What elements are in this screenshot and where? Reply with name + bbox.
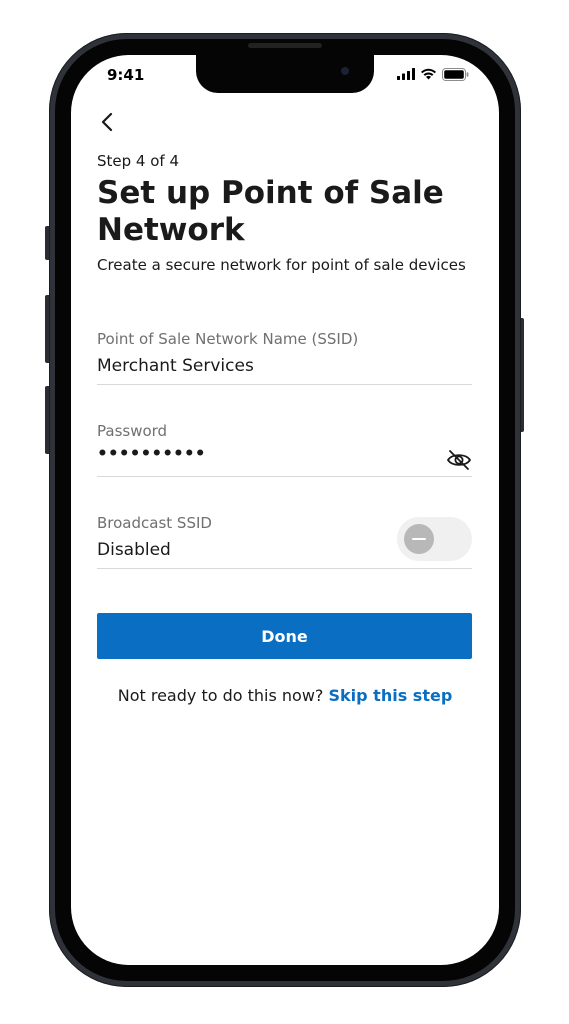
ssid-input[interactable]: Merchant Services <box>97 356 254 376</box>
password-label: Password <box>97 422 168 440</box>
device-mockup: 9:41 Step 4 of 4 Set up Point of Sale Ne… <box>0 0 569 1024</box>
skip-row: Not ready to do this now? Skip this step <box>71 686 499 705</box>
done-button[interactable]: Done <box>97 613 472 659</box>
signal-icon <box>397 68 415 80</box>
back-button[interactable] <box>97 111 119 133</box>
toggle-password-visibility-button[interactable] <box>446 448 472 472</box>
battery-icon <box>442 68 469 81</box>
toggle-knob <box>404 524 434 554</box>
password-field[interactable]: Password •••••••••• <box>97 420 472 477</box>
broadcast-ssid-toggle[interactable] <box>397 517 472 561</box>
phone-screen: 9:41 Step 4 of 4 Set up Point of Sale Ne… <box>71 55 499 965</box>
page-title: Set up Point of Sale Network <box>97 175 444 248</box>
chevron-left-icon <box>101 112 113 132</box>
step-indicator: Step 4 of 4 <box>97 152 180 170</box>
broadcast-ssid-label: Broadcast SSID <box>97 514 212 532</box>
front-camera <box>341 67 349 75</box>
status-time: 9:41 <box>107 66 145 84</box>
ssid-field[interactable]: Point of Sale Network Name (SSID) Mercha… <box>97 328 472 385</box>
broadcast-ssid-field: Broadcast SSID Disabled <box>97 512 472 569</box>
page-subtitle: Create a secure network for point of sal… <box>97 256 466 274</box>
password-input[interactable]: •••••••••• <box>97 444 206 464</box>
broadcast-ssid-status: Disabled <box>97 540 171 560</box>
eye-off-icon <box>447 450 471 470</box>
notch <box>196 55 374 93</box>
skip-prompt: Not ready to do this now? <box>117 686 329 705</box>
earpiece-speaker <box>248 43 322 48</box>
wifi-icon <box>421 68 436 80</box>
skip-step-link[interactable]: Skip this step <box>329 686 453 705</box>
ssid-label: Point of Sale Network Name (SSID) <box>97 330 359 348</box>
